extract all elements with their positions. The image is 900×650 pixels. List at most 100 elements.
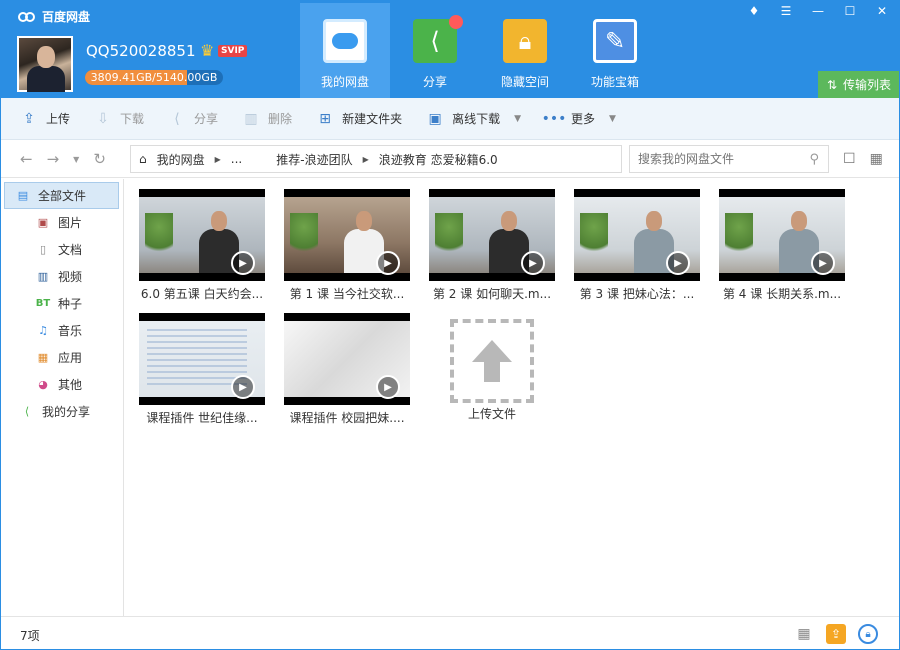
breadcrumb-item[interactable]: 浪迹教育 恋爱秘籍6.0	[379, 151, 498, 168]
sidebar-item-docs[interactable]: ▯ 文档	[0, 236, 123, 263]
sidebar-item-other[interactable]: ◕ 其他	[0, 371, 123, 398]
video-thumbnail[interactable]: ▶	[139, 313, 265, 405]
upload-button[interactable]: ⇪ 上传	[20, 110, 70, 128]
download-icon: ⇩	[97, 110, 109, 127]
upload-file-label: 上传文件	[467, 407, 516, 421]
sidebar-item-videos[interactable]: ▥ 视频	[0, 263, 123, 290]
file-tile[interactable]: ▶ 第 3 课 把妹心法：...	[574, 189, 700, 302]
delete-button[interactable]: ▥ 删除	[242, 110, 292, 128]
upload-folder-icon[interactable]: ⇪	[826, 624, 846, 644]
document-icon: ▯	[39, 243, 47, 256]
breadcrumb-item[interactable]: ...	[231, 152, 242, 166]
file-tile[interactable]: ▶ 课程插件 校园把妹....	[284, 313, 410, 426]
breadcrumb-item[interactable]: 我的网盘	[157, 151, 205, 168]
search-icon[interactable]: ⚲	[809, 152, 819, 167]
sidebar-item-label: 全部文件	[38, 189, 87, 203]
play-icon[interactable]: ▶	[811, 251, 835, 275]
new-folder-icon: ⊞	[319, 110, 331, 127]
close-icon[interactable]: ✕	[866, 0, 898, 22]
history-dropdown-icon[interactable]: ▼	[73, 155, 79, 168]
sidebar-item-label: 视频	[58, 270, 83, 284]
address-bar: ← → ▼ ↻ ⌂ 我的网盘 ▶ ... 推荐-浪迹团队 ▶ 浪迹教育 恋爱秘籍…	[0, 140, 900, 178]
window-controls: ♦ ☰ — ☐ ✕	[738, 0, 898, 22]
home-icon[interactable]: ⌂	[139, 152, 147, 166]
transfer-list-button[interactable]: ⇅ 传输列表	[818, 71, 900, 98]
breadcrumb-separator-icon[interactable]: ▶	[215, 155, 221, 164]
play-icon[interactable]: ▶	[231, 251, 255, 275]
lock-icon: 🔒︎	[503, 19, 547, 63]
app-title: 百度网盘	[18, 8, 90, 25]
video-thumbnail[interactable]: ▶	[139, 189, 265, 281]
nav-my-disk[interactable]: 我的网盘	[300, 3, 390, 98]
file-name: 6.0 第五课 白天约会...	[140, 287, 264, 301]
file-tile[interactable]: ▶ 6.0 第五课 白天约会...	[139, 189, 265, 302]
share-icon: ⟨	[24, 405, 30, 418]
menu-icon[interactable]: ☰	[770, 0, 802, 22]
toolbar: ⇪ 上传 ⇩ 下载 ⟨ 分享 ▥ 删除 ⊞ 新建文件夹 ▣ 离线下载 ▼ ••• 更多 ▼	[0, 98, 900, 140]
list-view-icon[interactable]: ☐	[843, 151, 856, 167]
video-thumbnail[interactable]: ▶	[429, 189, 555, 281]
storage-quota-bar: 3809.41GB/5140.00GB	[85, 70, 223, 85]
download-label: 下载	[120, 112, 145, 126]
offline-download-button[interactable]: ▣ 离线下载 ▼	[426, 110, 521, 128]
breadcrumb-separator-icon[interactable]: ▶	[363, 155, 369, 164]
main-nav: 我的网盘 ⟨ 分享 🔒︎ 隐藏空间 ✎ 功能宝箱	[300, 3, 660, 98]
file-tile[interactable]: ▶ 第 1 课 当今社交软...	[284, 189, 410, 302]
upload-placeholder[interactable]	[450, 319, 534, 403]
breadcrumb-item[interactable]: 推荐-浪迹团队	[276, 151, 352, 168]
sidebar-item-all-files[interactable]: ▤ 全部文件	[4, 182, 119, 209]
tools-icon: ✎	[593, 19, 637, 63]
file-grid: ▶ 6.0 第五课 白天约会... ▶ 第 1 课 当今社交软... ▶ 第 2 课 如何…	[125, 179, 900, 616]
video-thumbnail[interactable]: ▶	[284, 189, 410, 281]
notification-bell-icon[interactable]: ♦	[738, 0, 770, 22]
grid-icon[interactable]: ▦	[794, 624, 814, 644]
play-icon[interactable]: ▶	[376, 375, 400, 399]
share-button[interactable]: ⟨ 分享	[168, 110, 218, 128]
crown-icon: ♛	[200, 41, 215, 60]
play-icon[interactable]: ▶	[376, 251, 400, 275]
new-folder-button[interactable]: ⊞ 新建文件夹	[316, 110, 402, 128]
sidebar-item-images[interactable]: ▣ 图片	[0, 209, 123, 236]
file-name: 课程插件 校园把妹....	[289, 411, 405, 425]
svip-badge[interactable]: ♛ SVIP	[200, 41, 248, 60]
share-icon: ⟨	[413, 15, 463, 63]
file-name: 第 4 课 长期关系.m...	[722, 287, 842, 301]
file-tile[interactable]: ▶ 第 4 课 长期关系.m...	[719, 189, 845, 302]
refresh-icon[interactable]: ↻	[93, 150, 106, 168]
nav-toolbox[interactable]: ✎ 功能宝箱	[570, 3, 660, 98]
grid-view-icon[interactable]: ▦	[870, 151, 883, 167]
back-arrow-icon[interactable]: ←	[20, 150, 33, 168]
item-count: 7项	[20, 629, 40, 643]
nav-label: 功能宝箱	[590, 75, 639, 89]
maximize-icon[interactable]: ☐	[834, 0, 866, 22]
video-thumbnail[interactable]: ▶	[719, 189, 845, 281]
file-tile[interactable]: ▶ 第 2 课 如何聊天.m...	[429, 189, 555, 302]
download-button[interactable]: ⇩ 下载	[94, 110, 144, 128]
username[interactable]: QQ520028851	[86, 42, 196, 60]
video-thumbnail[interactable]: ▶	[574, 189, 700, 281]
play-icon[interactable]: ▶	[521, 251, 545, 275]
nav-label: 我的网盘	[320, 75, 369, 89]
file-name: 第 1 课 当今社交软...	[289, 287, 405, 301]
sidebar-item-music[interactable]: ♫ 音乐	[0, 317, 123, 344]
status-bar: 7项 ▦ ⇪ 🔒︎	[0, 616, 900, 650]
play-icon[interactable]: ▶	[231, 375, 255, 399]
sidebar-item-torrents[interactable]: BT 种子	[0, 290, 123, 317]
sidebar-item-my-share[interactable]: ⟨ 我的分享	[0, 398, 123, 425]
nav-share[interactable]: ⟨ 分享	[390, 3, 480, 98]
nav-hidden-space[interactable]: 🔒︎ 隐藏空间	[480, 3, 570, 98]
upload-file-tile[interactable]: 上传文件	[429, 313, 555, 422]
avatar[interactable]	[17, 36, 73, 92]
minimize-icon[interactable]: —	[802, 0, 834, 22]
play-icon[interactable]: ▶	[666, 251, 690, 275]
sidebar-item-label: 我的分享	[42, 405, 91, 419]
lock-icon[interactable]: 🔒︎	[858, 624, 878, 644]
file-tile[interactable]: ▶ 课程插件 世纪佳缘...	[139, 313, 265, 426]
forward-arrow-icon[interactable]: →	[47, 150, 60, 168]
sidebar-item-apps[interactable]: ▦ 应用	[0, 344, 123, 371]
search-input[interactable]	[638, 152, 798, 166]
new-folder-label: 新建文件夹	[342, 112, 403, 126]
video-thumbnail[interactable]: ▶	[284, 313, 410, 405]
more-button[interactable]: ••• 更多 ▼	[542, 110, 616, 128]
chevron-down-icon: ▼	[514, 113, 522, 124]
